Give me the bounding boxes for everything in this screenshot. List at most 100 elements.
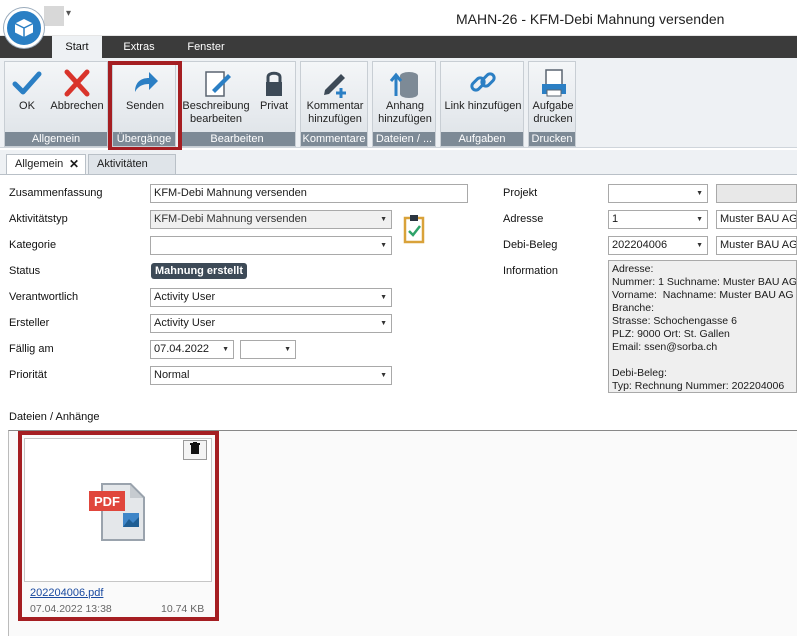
summary-field[interactable]: KFM-Debi Mahnung versenden	[150, 184, 468, 203]
close-icon	[64, 69, 90, 97]
address-name-field: Muster BAU AG	[716, 210, 797, 229]
title-bar: ▾ MAHN-26 - KFM-Debi Mahnung versenden	[0, 0, 797, 36]
project-label: Projekt	[503, 187, 538, 199]
cancel-button[interactable]: Abbrechen	[49, 66, 105, 130]
chevron-down-icon: ▼	[380, 320, 387, 327]
status-badge: Mahnung erstellt	[151, 263, 248, 279]
creator-label: Ersteller	[9, 317, 50, 329]
chevron-down-icon: ▼	[222, 346, 229, 353]
pdf-file-icon: PDF	[89, 483, 145, 541]
pen-plus-icon	[324, 74, 346, 98]
priority-value: Normal	[154, 369, 190, 381]
summary-label: Zusammenfassung	[9, 187, 103, 199]
project-name-field	[716, 184, 797, 203]
ribbon-tab-bar: Start Extras Fenster	[0, 36, 797, 58]
priority-select[interactable]: Normal ▼	[150, 366, 392, 385]
checkmark-icon	[12, 71, 42, 95]
delete-attachment-button[interactable]	[183, 440, 207, 460]
ribbon: OK Abbrechen Allgemein Senden Übergänge …	[0, 58, 797, 148]
debi-label: Debi-Beleg	[503, 239, 558, 251]
private-button[interactable]: Privat	[255, 66, 293, 130]
attachment-size: 10.74 KB	[161, 603, 205, 615]
attachment-date: 07.04.2022 13:38	[30, 603, 112, 615]
lock-icon	[266, 71, 282, 96]
due-label: Fällig am	[9, 343, 54, 355]
chevron-down-icon: ▼	[696, 242, 703, 249]
window-title: MAHN-26 - KFM-Debi Mahnung versenden	[456, 11, 725, 27]
chevron-down-icon: ▼	[696, 216, 703, 223]
address-select[interactable]: 1 ▼	[608, 210, 708, 229]
responsible-label: Verantwortlich	[9, 291, 79, 303]
tab-start[interactable]: Start	[52, 36, 102, 58]
tab-extras[interactable]: Extras	[112, 36, 166, 58]
responsible-value: Activity User	[154, 291, 216, 303]
add-comment-button[interactable]: Kommentar hinzufügen	[303, 66, 367, 130]
group-uebergaenge: Senden Übergänge	[112, 61, 176, 147]
forward-arrow-icon	[135, 72, 158, 92]
due-date-picker[interactable]: 07.04.2022 ▼	[150, 340, 234, 359]
app-logo-icon[interactable]	[4, 8, 44, 48]
chevron-down-icon: ▼	[380, 372, 387, 379]
information-label: Information	[503, 265, 559, 277]
quick-access-dropdown-icon[interactable]: ▾	[66, 8, 71, 19]
priority-label: Priorität	[9, 369, 47, 381]
type-label: Aktivitätstyp	[9, 213, 68, 225]
svg-text:PDF: PDF	[94, 494, 120, 509]
due-time-picker[interactable]: ▼	[240, 340, 296, 359]
address-label: Adresse	[503, 213, 544, 225]
document-tab-bar: Allgemein ✕ Aktivitäten	[0, 150, 797, 174]
category-select[interactable]: ▼	[150, 236, 392, 255]
group-label-uebergaenge: Übergänge	[113, 132, 175, 146]
group-label-allgemein: Allgemein	[5, 132, 107, 146]
group-label-aufgaben: Aufgaben	[441, 132, 523, 146]
clipboard-check-icon[interactable]	[402, 214, 426, 244]
attachments-label: Dateien / Anhänge	[9, 411, 100, 423]
group-drucken: Aufgabe drucken Drucken	[528, 61, 576, 147]
edit-description-button[interactable]: Beschreibung bearbeiten	[181, 66, 251, 130]
chevron-down-icon: ▼	[380, 294, 387, 301]
trash-icon	[190, 442, 200, 454]
group-kommentare: Kommentar hinzufügen Kommentare	[300, 61, 368, 147]
group-aufgaben: Link hinzufügen Aufgaben	[440, 61, 524, 147]
due-date-value: 07.04.2022	[154, 343, 210, 355]
address-value: 1	[612, 213, 619, 225]
debi-value: 202204006	[612, 239, 668, 251]
close-tab-icon[interactable]: ✕	[69, 155, 79, 173]
send-button[interactable]: Senden	[119, 66, 171, 130]
category-label: Kategorie	[9, 239, 57, 251]
activity-type-select[interactable]: KFM-Debi Mahnung versenden ▼	[150, 210, 392, 229]
add-attachment-button[interactable]: Anhang hinzufügen	[375, 66, 435, 130]
chevron-down-icon: ▼	[696, 190, 703, 197]
status-label: Status	[9, 265, 41, 277]
chevron-down-icon: ▼	[380, 242, 387, 249]
group-label-kommentare: Kommentare	[301, 132, 367, 146]
quick-access-toolbar[interactable]	[44, 6, 64, 26]
group-label-dateien: Dateien / ...	[373, 132, 435, 146]
debi-select[interactable]: 202204006 ▼	[608, 236, 708, 255]
print-document-icon	[542, 69, 566, 97]
responsible-select[interactable]: Activity User ▼	[150, 288, 392, 307]
tab-fenster[interactable]: Fenster	[178, 36, 234, 58]
group-label-drucken: Drucken	[529, 132, 575, 146]
creator-select[interactable]: Activity User ▼	[150, 314, 392, 333]
group-label-bearbeiten: Bearbeiten	[179, 132, 295, 146]
group-bearbeiten: Beschreibung bearbeiten Privat Bearbeite…	[178, 61, 296, 147]
information-box: Adresse: Nummer: 1 Suchname: Muster BAU …	[608, 260, 797, 393]
add-link-button[interactable]: Link hinzufügen	[443, 66, 523, 130]
group-allgemein: OK Abbrechen Allgemein	[4, 61, 108, 147]
tab-allgemein[interactable]: Allgemein ✕	[6, 154, 86, 174]
edit-icon	[205, 71, 231, 97]
database-upload-icon	[389, 72, 418, 98]
activity-type-value: KFM-Debi Mahnung versenden	[154, 213, 307, 225]
group-dateien: Anhang hinzufügen Dateien / ...	[372, 61, 436, 147]
print-task-button[interactable]: Aufgabe drucken	[531, 66, 575, 130]
creator-value: Activity User	[154, 317, 216, 329]
tab-aktivitaeten[interactable]: Aktivitäten	[88, 154, 176, 174]
ok-button[interactable]: OK	[9, 66, 45, 130]
chevron-down-icon: ▼	[380, 216, 387, 223]
project-select[interactable]: ▼	[608, 184, 708, 203]
attachment-file-link[interactable]: 202204006.pdf	[30, 587, 103, 599]
chevron-down-icon: ▼	[284, 346, 291, 353]
link-icon	[470, 72, 496, 92]
debi-name-field: Muster BAU AG	[716, 236, 797, 255]
